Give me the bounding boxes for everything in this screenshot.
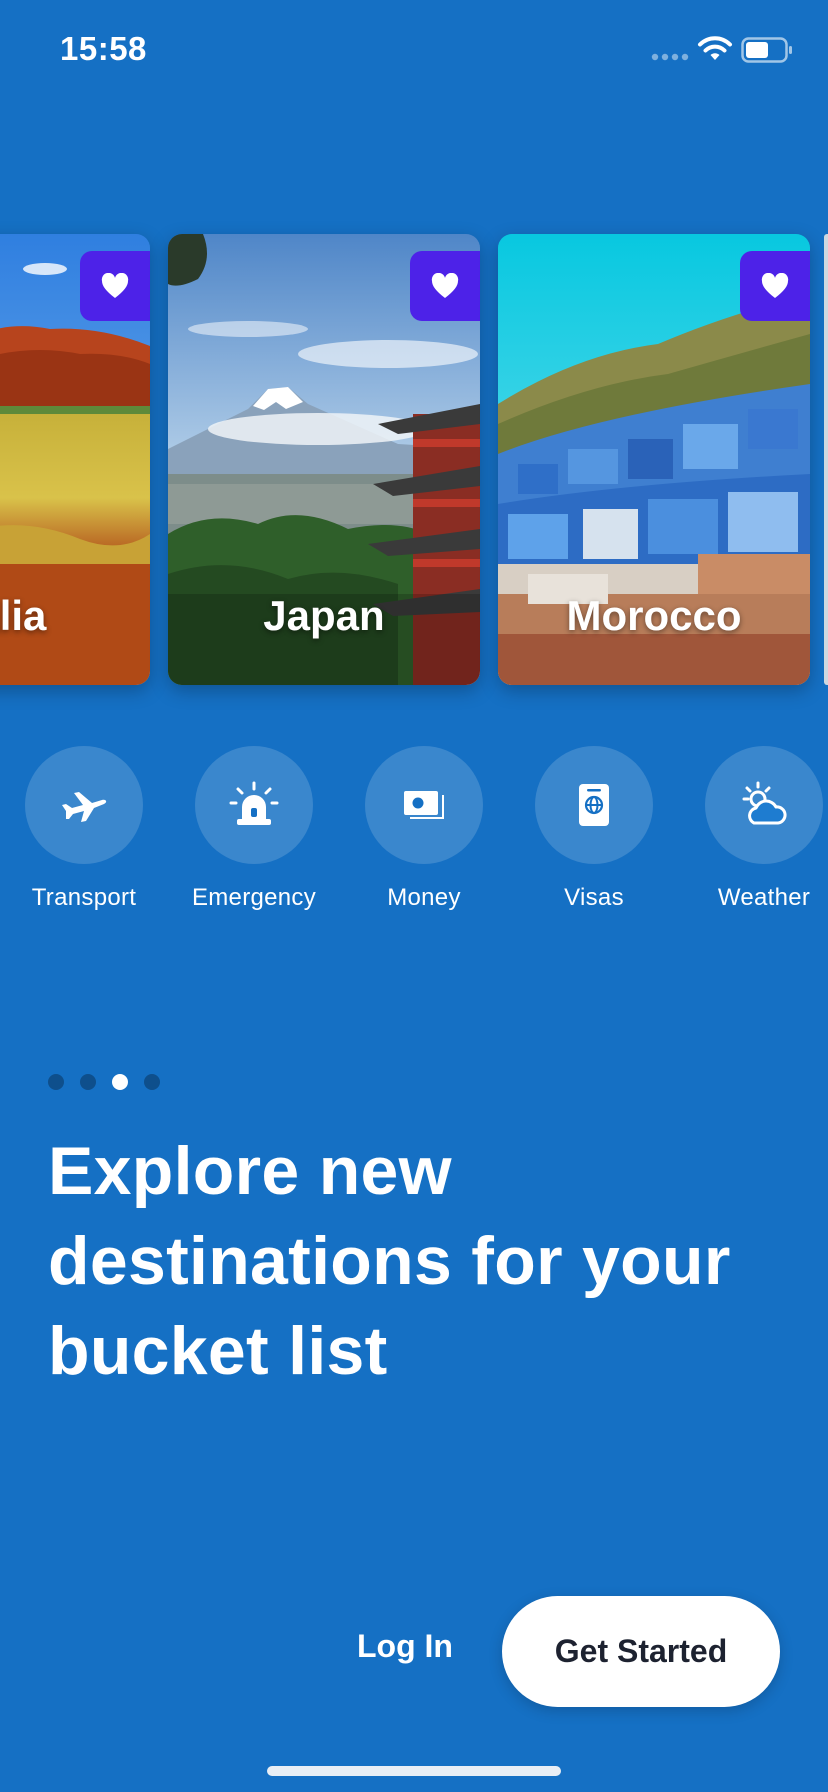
heart-icon [431, 273, 459, 298]
destination-name: Morocco [566, 592, 742, 639]
heart-icon [761, 273, 789, 298]
siren-icon [229, 781, 279, 825]
money-icon [404, 791, 444, 819]
favorite-button[interactable] [80, 251, 150, 321]
passport-icon [579, 784, 609, 826]
category-label: Transport [31, 884, 137, 911]
page-dot[interactable] [80, 1074, 96, 1090]
favorite-button[interactable] [740, 251, 810, 321]
destination-card-australia[interactable]: ralia [0, 234, 150, 685]
airplane-icon [62, 792, 107, 822]
destination-card-morocco[interactable]: Morocco [498, 234, 810, 685]
category-label: Money [387, 884, 461, 911]
destination-name: ralia [0, 592, 47, 639]
battery-icon [741, 37, 792, 63]
category-icon-circle [535, 746, 653, 864]
category-weather[interactable]: Weather [679, 746, 828, 912]
get-started-button[interactable]: Get Started [502, 1596, 780, 1707]
status-bar: 15:58 [0, 0, 828, 100]
wifi-icon [698, 36, 732, 60]
signal-icon [651, 53, 689, 61]
login-button[interactable]: Log In [357, 1628, 453, 1665]
category-visas[interactable]: Visas [509, 746, 679, 912]
favorite-button[interactable] [410, 251, 480, 321]
page-dot[interactable] [48, 1074, 64, 1090]
page-indicator [48, 1074, 160, 1090]
destination-name: Japan [263, 592, 385, 639]
heart-icon [101, 273, 129, 298]
category-icon-circle [705, 746, 823, 864]
category-label: Emergency [191, 884, 317, 911]
category-transport[interactable]: Transport [0, 746, 169, 912]
onboarding-headline: Explore new destinations for your bucket… [48, 1133, 731, 1389]
status-time: 15:58 [60, 30, 147, 67]
category-money[interactable]: Money [339, 746, 509, 912]
partly-cloudy-icon [742, 781, 787, 825]
category-emergency[interactable]: Emergency [169, 746, 339, 912]
category-icon-circle [195, 746, 313, 864]
home-indicator[interactable] [267, 1766, 561, 1776]
category-icon-circle [365, 746, 483, 864]
category-label: Visas [564, 884, 624, 911]
page-dot-active[interactable] [112, 1074, 128, 1090]
category-icon-circle [25, 746, 143, 864]
onboarding-screen: 15:58 lia Japan Morocco Transport Emerge… [0, 0, 828, 1792]
next-card-edge [824, 234, 828, 685]
destination-card-japan[interactable]: Japan [168, 234, 480, 685]
page-dot[interactable] [144, 1074, 160, 1090]
category-label: Weather [717, 884, 811, 911]
